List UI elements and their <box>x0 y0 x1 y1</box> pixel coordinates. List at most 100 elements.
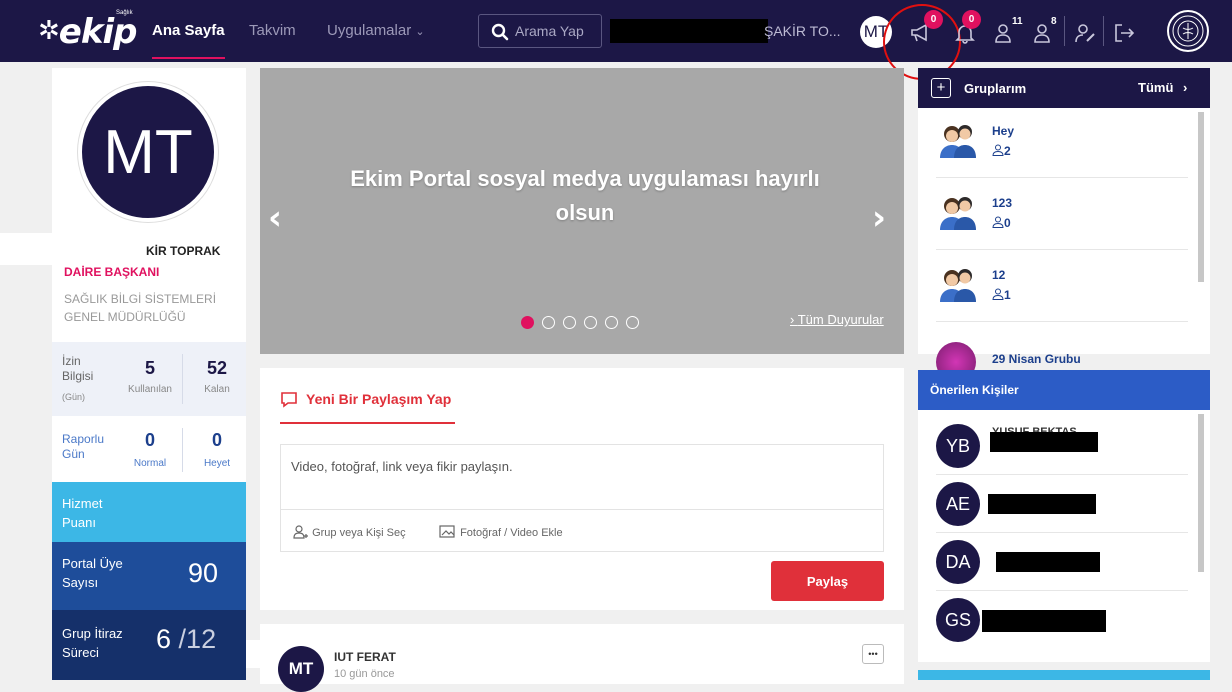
post-author-avatar[interactable]: MT <box>278 646 324 692</box>
report-normal-label: Normal <box>133 458 167 469</box>
nav-calendar[interactable]: Takvim <box>249 22 296 39</box>
more-options-button[interactable]: ••• <box>862 644 884 664</box>
portal-members-value: 90 <box>188 558 219 588</box>
people-title: Önerilen Kişiler <box>930 383 1019 397</box>
group-objection-panel[interactable]: Grup İtiraz Süreci 6 /12 <box>52 610 246 680</box>
tab-new-post[interactable]: Yeni Bir Paylaşım Yap <box>280 388 455 424</box>
slider-dot[interactable] <box>605 316 618 329</box>
nav-divider <box>1064 16 1065 46</box>
group-people-icon <box>936 120 980 160</box>
slider-dot[interactable] <box>521 316 534 329</box>
groups-all-link[interactable]: Tümü › <box>1138 80 1187 95</box>
groups-all-label: Tümü <box>1138 80 1174 95</box>
redacted-name <box>982 610 1106 632</box>
group-name: Hey <box>992 124 1015 138</box>
group-objection-total: /12 <box>178 624 217 654</box>
add-group-icon[interactable]: + <box>931 78 951 98</box>
select-target-button[interactable]: Grup veya Kişi Seç <box>293 525 406 539</box>
person-avatar[interactable]: DA <box>936 540 980 584</box>
slider-dot[interactable] <box>584 316 597 329</box>
redacted-block <box>610 19 768 43</box>
profile-avatar[interactable]: MT <box>78 82 218 222</box>
portal-members-panel[interactable]: Portal Üye Sayısı 90 <box>52 542 246 610</box>
friend-request-count: 11 <box>1012 16 1023 27</box>
report-label: Raporlu Gün <box>62 432 105 461</box>
chevron-right-icon: › <box>1183 80 1188 95</box>
group-name: 12 <box>992 268 1006 282</box>
people-scrollbar[interactable] <box>1198 414 1204 572</box>
report-days-panel[interactable]: Raporlu Gün 0 Normal 0 Heyet <box>52 418 246 480</box>
report-normal-value: 0 <box>144 430 155 450</box>
person-avatar[interactable]: AE <box>936 482 980 526</box>
group-objection-value: 6 /12 <box>156 624 216 655</box>
leave-info-panel[interactable]: İzin Bilgisi (Gün) 5 Kullanılan 52 Kalan <box>52 342 246 416</box>
group-separator <box>936 321 1188 322</box>
composer-divider <box>281 509 883 510</box>
report-board-label: Heyet <box>203 458 231 469</box>
group-separator <box>936 249 1188 250</box>
post-input[interactable]: Video, fotoğraf, link veya fikir paylaşı… <box>291 459 513 474</box>
groups-title: Gruplarım <box>964 81 1027 96</box>
redacted-name <box>990 432 1098 452</box>
share-button[interactable]: Paylaş <box>771 561 884 601</box>
all-announcements-link[interactable]: › Tüm Duyurular <box>790 312 884 327</box>
person-separator <box>936 474 1188 475</box>
edit-profile-icon[interactable] <box>1074 22 1096 44</box>
stat-divider <box>182 428 183 472</box>
leave-used-value: 5 <box>144 358 155 378</box>
suggested-person[interactable]: AE <box>918 476 1198 530</box>
service-points-panel[interactable]: Hizmet Puanı <box>52 482 246 542</box>
portal-members-label: Portal Üye Sayısı <box>62 556 123 590</box>
suggested-person[interactable]: YBYUSUF BEKTAŞ <box>918 418 1198 472</box>
group-member-count: 1 <box>992 288 1011 302</box>
search-icon <box>491 23 509 41</box>
logout-icon[interactable] <box>1113 22 1135 44</box>
group-member-count: 2 <box>992 144 1011 158</box>
leave-unit: (Gün) <box>62 392 86 402</box>
leave-remaining-value: 52 <box>206 358 228 378</box>
profile-name[interactable]: KİR TOPRAK <box>146 244 220 258</box>
nav-apps[interactable]: Uygulamalar ⌄ <box>327 22 425 39</box>
groups-scrollbar[interactable] <box>1198 112 1204 282</box>
group-member-count: 0 <box>992 216 1011 230</box>
slider-dot[interactable] <box>626 316 639 329</box>
select-target-label: Grup veya Kişi Seç <box>312 527 406 539</box>
stat-divider <box>182 354 183 404</box>
report-board-value: 0 <box>211 430 222 450</box>
slider-next-icon[interactable]: › <box>872 198 886 238</box>
people-header: Önerilen Kişiler <box>918 370 1210 410</box>
add-media-label: Fotoğraf / Video Ekle <box>460 527 563 539</box>
nav-home[interactable]: Ana Sayfa <box>152 22 225 59</box>
person-separator <box>936 532 1188 533</box>
add-media-button[interactable]: Fotoğraf / Video Ekle <box>439 525 563 539</box>
add-user-icon <box>293 525 308 539</box>
group-people-icon <box>936 264 980 304</box>
slider-dot[interactable] <box>563 316 576 329</box>
slider-headline[interactable]: Ekim Portal sosyal medya uygulaması hayı… <box>320 162 850 230</box>
ekip-logo[interactable]: ✲ekip <box>38 12 137 52</box>
leave-label: İzin Bilgisi <box>62 354 94 383</box>
announcement-slider[interactable]: ‹ › Ekim Portal sosyal medya uygulaması … <box>260 68 904 354</box>
group-people-icon <box>936 192 980 232</box>
group-objection-label: Grup İtiraz Süreci <box>62 626 123 660</box>
nav-user-name[interactable]: ŞAKİR TO... <box>764 23 841 39</box>
person-avatar[interactable]: YB <box>936 424 980 468</box>
post-author-name[interactable]: IUT FERAT <box>334 650 396 664</box>
slider-prev-icon[interactable]: ‹ <box>268 198 282 238</box>
search-placeholder: Arama Yap <box>515 23 584 39</box>
post-composer: Video, fotoğraf, link veya fikir paylaşı… <box>280 444 884 552</box>
profile-title: DAİRE BAŞKANI <box>64 265 160 279</box>
suggested-person[interactable]: DA <box>918 534 1198 588</box>
profile-department: SAĞLIK BİLGİ SİSTEMLERİ GENEL MÜDÜRLÜĞÜ <box>64 292 217 324</box>
notification-badge: 0 <box>962 10 981 29</box>
redacted-cover <box>0 233 148 265</box>
slider-dot[interactable] <box>542 316 555 329</box>
groups-header: + Gruplarım Tümü › <box>918 68 1210 108</box>
suggested-person[interactable]: GS <box>918 592 1198 646</box>
nav-divider <box>1103 16 1104 46</box>
person-avatar[interactable]: GS <box>936 598 980 642</box>
search-box[interactable]: Arama Yap <box>478 14 602 48</box>
ministry-seal-icon[interactable] <box>1167 10 1209 52</box>
post-time: 10 gün önce <box>334 668 395 680</box>
image-icon <box>439 525 455 538</box>
